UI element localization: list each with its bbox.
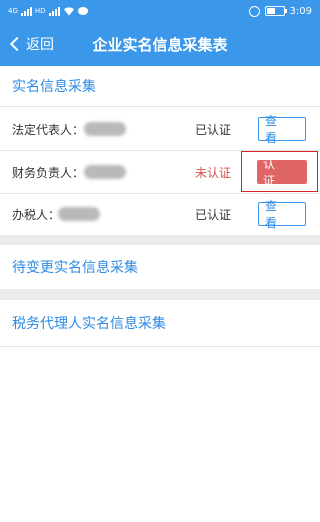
section-title-realname: 实名信息采集 [12,79,96,95]
status-bar: 4G HD 3:09 [0,0,320,22]
back-button[interactable]: 返回 [8,22,54,66]
row-label: 财务负责人： [12,165,85,180]
list-item-tax-handler: 办税人： 已认证 查 看 [0,193,320,235]
page-title: 企业实名信息采集表 [92,35,228,54]
status-left: 4G HD [8,6,88,16]
divider [0,106,320,107]
network-tag-1: 4G [8,6,18,15]
back-label: 返回 [26,37,54,53]
network-tag-2: HD [34,6,46,15]
nav-bar: 返回 企业实名信息采集表 [0,22,320,66]
list-item-legal-rep: 法定代表人： 已认证 查 看 [0,108,320,150]
status-time: 3:09 [289,5,312,17]
masked-name [58,207,100,221]
section-title-tax-agent[interactable]: 税务代理人实名信息采集 [0,300,320,346]
view-button[interactable]: 查 看 [258,199,306,230]
signal-icon [20,6,32,16]
status-badge: 未认证 [195,165,232,180]
section-gap [0,289,320,300]
section-title-pending-change[interactable]: 待变更实名信息采集 [0,245,320,289]
highlight-box [241,151,318,192]
view-button[interactable]: 查 看 [258,114,306,145]
row-label: 办税人： [12,207,61,222]
status-badge: 已认证 [195,122,232,137]
row-label: 法定代表人： [12,122,85,137]
alarm-icon [248,5,260,17]
signal-icon-2 [48,6,60,16]
masked-name [84,165,126,179]
message-icon [77,7,88,15]
divider [0,346,320,347]
battery-icon [264,6,287,16]
masked-name [84,122,126,136]
section-gap [0,235,320,245]
status-badge: 已认证 [195,207,232,222]
chevron-left-icon [9,36,25,52]
wifi-icon [63,7,74,16]
status-right: 3:09 [248,5,312,17]
